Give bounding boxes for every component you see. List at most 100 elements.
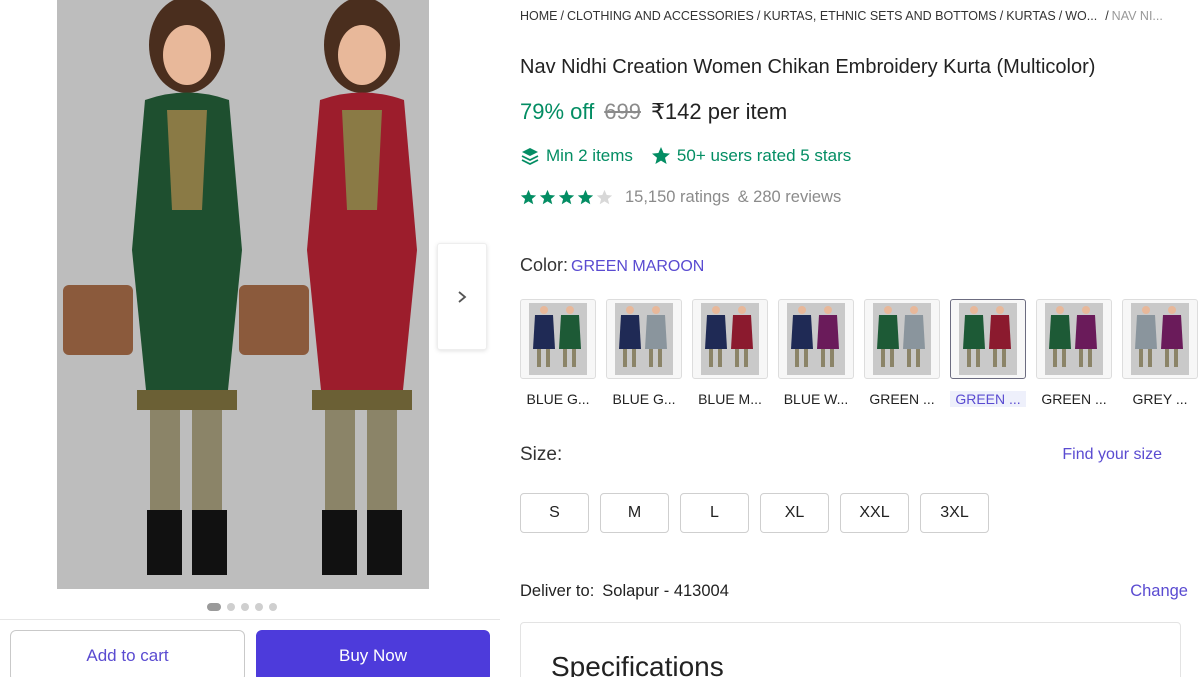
gallery-dot[interactable] xyxy=(241,603,249,611)
swatch-thumbnail[interactable] xyxy=(692,299,768,379)
swatch-label: BLUE G... xyxy=(612,391,676,407)
selected-color: GREEN MAROON xyxy=(571,258,705,275)
color-label: Color: xyxy=(520,255,569,275)
star-badge-icon xyxy=(651,147,670,164)
color-swatch[interactable]: GREEN ... xyxy=(950,299,1026,407)
color-selector-label: Color: GREEN MAROON xyxy=(520,255,704,276)
star-filled-icon xyxy=(558,189,575,205)
product-title: Nav Nidhi Creation Women Chikan Embroide… xyxy=(520,56,1096,78)
swatch-thumbnail[interactable] xyxy=(1122,299,1198,379)
specifications-card: Specifications xyxy=(520,622,1181,677)
swatch-thumbnail[interactable] xyxy=(606,299,682,379)
swatch-image xyxy=(1045,303,1103,375)
users-rated-text: 50+ users rated 5 stars xyxy=(676,146,852,165)
size-options: S M L XL XXL 3XL xyxy=(520,493,989,533)
min-items-text: Min 2 items xyxy=(546,146,633,165)
size-option-m[interactable]: M xyxy=(600,493,669,533)
product-details: HOME / CLOTHING AND ACCESSORIES / KURTAS, ET… xyxy=(520,0,1200,677)
color-swatch[interactable]: BLUE M... xyxy=(692,299,768,407)
swatch-image xyxy=(959,303,1017,375)
reviews-count: & 280 reviews xyxy=(737,188,842,206)
swatch-thumbnail[interactable] xyxy=(864,299,940,379)
swatch-label: BLUE M... xyxy=(698,391,762,407)
next-image-button[interactable] xyxy=(437,243,487,350)
star-filled-icon xyxy=(577,189,594,205)
product-photo-illustration xyxy=(57,0,429,589)
swatch-thumbnail[interactable] xyxy=(778,299,854,379)
product-image[interactable] xyxy=(57,0,429,589)
size-option-s[interactable]: S xyxy=(520,493,589,533)
swatch-image xyxy=(873,303,931,375)
swatch-thumbnail[interactable] xyxy=(950,299,1026,379)
breadcrumb-item[interactable]: CLOTHING AND ACCESSORIES xyxy=(567,9,754,23)
gallery-dot[interactable] xyxy=(269,603,277,611)
swatch-label: GREY ... xyxy=(1132,391,1188,407)
color-swatch[interactable]: GREEN ... xyxy=(864,299,940,407)
breadcrumb-separator: / xyxy=(999,9,1004,23)
breadcrumb-current: NAV NI... xyxy=(1111,9,1163,23)
star-empty-icon xyxy=(596,189,613,205)
users-rated-badge: 50+ users rated 5 stars xyxy=(651,146,851,166)
breadcrumb-separator: / xyxy=(1105,9,1109,23)
size-header: Size: Find your size xyxy=(520,444,1162,466)
star-filled-icon xyxy=(520,189,537,205)
swatch-label: GREEN ... xyxy=(1041,391,1107,407)
star-filled-icon xyxy=(539,189,556,205)
color-swatch[interactable]: BLUE W... xyxy=(778,299,854,407)
swatch-image xyxy=(1131,303,1189,375)
original-price: 699 xyxy=(604,99,641,124)
find-your-size-link[interactable]: Find your size xyxy=(1062,446,1162,464)
ratings-count: 15,150 ratings xyxy=(625,188,730,206)
change-location-link[interactable]: Change xyxy=(1130,582,1188,601)
color-swatch[interactable]: GREY ... xyxy=(1122,299,1198,407)
swatch-label: GREEN ... xyxy=(950,391,1026,407)
swatch-label: BLUE W... xyxy=(783,391,849,407)
gallery-dots xyxy=(207,603,277,611)
selling-price: ₹142 per item xyxy=(650,99,788,124)
layers-icon xyxy=(521,148,539,166)
breadcrumb-separator: / xyxy=(560,9,564,23)
size-option-xl[interactable]: XL xyxy=(760,493,829,533)
color-swatch[interactable]: GREEN ... xyxy=(1036,299,1112,407)
size-option-xxl[interactable]: XXL xyxy=(840,493,909,533)
gallery-dot[interactable] xyxy=(207,603,221,611)
buy-now-button[interactable]: Buy Now xyxy=(256,630,490,677)
specifications-title: Specifications xyxy=(551,651,724,677)
color-swatch[interactable]: BLUE G... xyxy=(520,299,596,407)
offer-badges: Min 2 items 50+ users rated 5 stars xyxy=(520,146,861,166)
deliver-to-label: Deliver to: xyxy=(520,582,595,600)
swatch-image xyxy=(529,303,587,375)
color-swatches: BLUE G... BLUE G... BLUE M... BLUE W... GREE… xyxy=(520,299,1200,407)
add-to-cart-button[interactable]: Add to cart xyxy=(10,630,245,677)
breadcrumb-separator: / xyxy=(1058,9,1063,23)
delivery-row: Deliver to: Solapur - 413004 Change xyxy=(520,582,1188,601)
size-option-l[interactable]: L xyxy=(680,493,749,533)
swatch-thumbnail[interactable] xyxy=(520,299,596,379)
delivery-location: Solapur - 413004 xyxy=(602,582,729,600)
gallery-dot[interactable] xyxy=(227,603,235,611)
breadcrumb-item[interactable]: KURTAS, ETHNIC SETS AND BOTTOMS xyxy=(763,9,996,23)
swatch-image xyxy=(615,303,673,375)
size-label: Size: xyxy=(520,444,563,465)
breadcrumb: HOME / CLOTHING AND ACCESSORIES / KURTAS, ET… xyxy=(520,9,1163,23)
star-rating xyxy=(520,189,613,206)
min-items-badge: Min 2 items xyxy=(520,146,633,166)
swatch-label: BLUE G... xyxy=(526,391,590,407)
breadcrumb-item[interactable]: WO... xyxy=(1065,9,1097,23)
breadcrumb-separator: / xyxy=(756,9,761,23)
breadcrumb-item[interactable]: KURTAS xyxy=(1006,9,1056,23)
swatch-image xyxy=(787,303,845,375)
swatch-image xyxy=(701,303,759,375)
color-swatch[interactable]: BLUE G... xyxy=(606,299,682,407)
swatch-label: GREEN ... xyxy=(869,391,935,407)
chevron-right-icon xyxy=(458,290,467,303)
product-gallery: Add to cart Buy Now xyxy=(0,0,500,677)
discount-percent: 79% off xyxy=(520,99,595,124)
divider xyxy=(0,619,500,620)
gallery-dot[interactable] xyxy=(255,603,263,611)
swatch-thumbnail[interactable] xyxy=(1036,299,1112,379)
rating-row: 15,150 ratings & 280 reviews xyxy=(520,188,841,207)
size-option-3xl[interactable]: 3XL xyxy=(920,493,989,533)
price-row: 79% off 699 ₹142 per item xyxy=(520,99,787,125)
breadcrumb-item[interactable]: HOME xyxy=(520,9,558,23)
